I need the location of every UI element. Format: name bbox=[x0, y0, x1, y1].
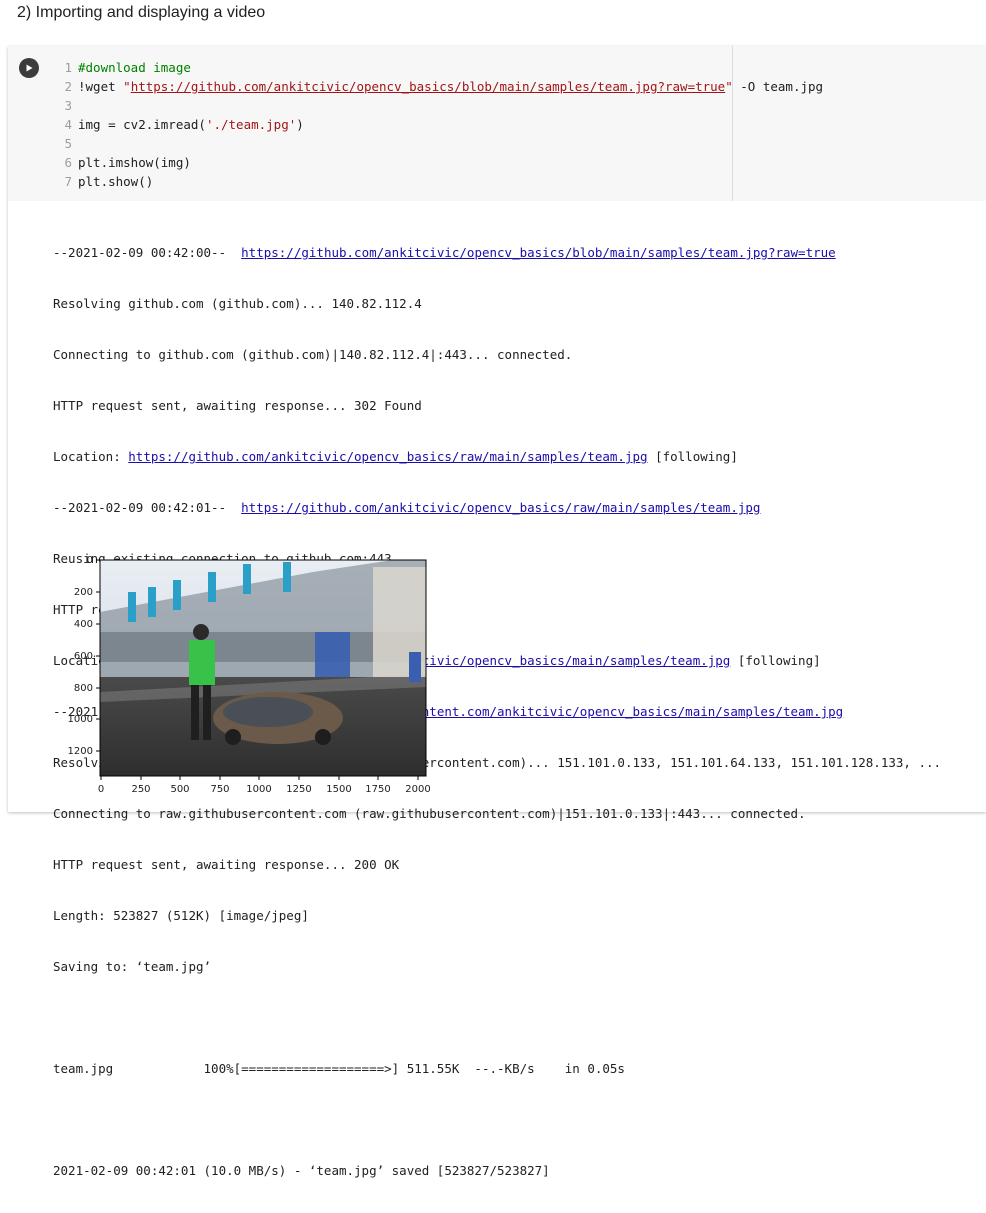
x-tick-label: 2000 bbox=[405, 784, 430, 795]
y-tick-label: 1200 bbox=[68, 746, 93, 757]
line-number: 1 bbox=[64, 60, 72, 75]
x-tick-0: 0 bbox=[98, 776, 104, 795]
x-tick-label: 1000 bbox=[246, 784, 271, 795]
output-line: HTTP request sent, awaiting response... … bbox=[53, 857, 400, 872]
code-comment: #download image bbox=[78, 60, 191, 75]
y-tick-label: 600 bbox=[74, 651, 93, 662]
code-quote: " bbox=[123, 79, 131, 94]
code-command: !wget bbox=[78, 79, 124, 94]
output-text: Location: bbox=[53, 449, 129, 464]
run-cell-button[interactable] bbox=[19, 58, 39, 78]
x-tick-label: 500 bbox=[170, 784, 189, 795]
y-tick-label: 800 bbox=[74, 683, 93, 694]
x-tick-label: 0 bbox=[98, 784, 104, 795]
x-tick-250: 250 bbox=[131, 776, 151, 795]
code-line-5: 5 bbox=[48, 134, 78, 153]
cell-gutter bbox=[8, 46, 48, 201]
code-text: ) bbox=[296, 117, 304, 132]
x-tick-1250: 1250 bbox=[286, 776, 312, 795]
output-line: Saving to: ‘team.jpg’ bbox=[53, 959, 212, 974]
x-tick-750: 750 bbox=[210, 776, 230, 795]
y-tick-200: 200 bbox=[74, 587, 100, 598]
code-args: -O team.jpg bbox=[732, 79, 824, 94]
y-tick-0: 0 bbox=[87, 555, 100, 566]
line-number: 6 bbox=[64, 155, 72, 170]
y-tick-1000: 1000 bbox=[68, 714, 100, 725]
line-number: 3 bbox=[64, 98, 72, 113]
editor-ruler bbox=[732, 46, 733, 201]
play-icon bbox=[26, 64, 33, 72]
code-line-1: 1 #download image bbox=[48, 58, 191, 77]
y-tick-400: 400 bbox=[74, 619, 100, 630]
output-line: Location: https://github.com/ankitcivic/… bbox=[53, 448, 983, 465]
line-number: 2 bbox=[64, 79, 72, 94]
output-line: 2021-02-09 00:42:01 (10.0 MB/s) - ‘team.… bbox=[53, 1163, 550, 1178]
output-text: --2021-02-09 00:42:01-- bbox=[53, 500, 242, 515]
code-string: './team.jpg' bbox=[205, 117, 297, 132]
output-line: HTTP request sent, awaiting response... … bbox=[53, 398, 422, 413]
output-line: team.jpg 100%[===================>] 511.… bbox=[53, 1061, 625, 1076]
x-tick-1750: 1750 bbox=[365, 776, 391, 795]
output-line: Connecting to github.com (github.com)|14… bbox=[53, 347, 573, 362]
x-tick-1500: 1500 bbox=[326, 776, 352, 795]
x-tick-label: 1500 bbox=[326, 784, 351, 795]
output-text: [following] bbox=[647, 449, 738, 464]
x-tick-label: 1750 bbox=[365, 784, 390, 795]
x-tick-1000: 1000 bbox=[246, 776, 272, 795]
output-line: Length: 523827 (512K) [image/jpeg] bbox=[53, 908, 309, 923]
y-tick-label: 400 bbox=[74, 619, 93, 630]
line-number: 5 bbox=[64, 136, 72, 151]
x-axis: 0 250 500 750 1000 1250 1500 1750 2000 bbox=[98, 776, 431, 795]
output-line: --2021-02-09 00:42:01-- https://github.c… bbox=[53, 499, 983, 516]
output-link[interactable]: https://github.com/ankitcivic/opencv_bas… bbox=[241, 500, 760, 515]
x-tick-500: 500 bbox=[170, 776, 190, 795]
y-tick-label: 1000 bbox=[68, 714, 93, 725]
code-line-3: 3 bbox=[48, 96, 78, 115]
output-line: Connecting to raw.githubusercontent.com … bbox=[53, 806, 806, 821]
output-text: [following] bbox=[730, 653, 821, 668]
image-plot: 0 200 400 600 800 1000 1200 0 250 500 75… bbox=[68, 555, 431, 795]
code-text: img = cv2.imread( bbox=[78, 117, 206, 132]
code-text: plt.show() bbox=[78, 174, 154, 189]
code-url-link[interactable]: https://github.com/ankitcivic/opencv_bas… bbox=[131, 79, 726, 94]
x-tick-2000: 2000 bbox=[405, 776, 431, 795]
photo bbox=[100, 560, 426, 776]
y-tick-label: 0 bbox=[87, 555, 93, 566]
code-line-2: 2 !wget "https://github.com/ankitcivic/op… bbox=[48, 77, 823, 96]
y-tick-1200: 1200 bbox=[68, 746, 100, 757]
x-tick-label: 250 bbox=[131, 784, 150, 795]
x-tick-label: 1250 bbox=[286, 784, 311, 795]
code-quote: " bbox=[725, 79, 733, 94]
code-text: plt.imshow(img) bbox=[78, 155, 191, 170]
output-line: --2021-02-09 00:42:00-- https://github.c… bbox=[53, 244, 983, 261]
code-line-7: 7 plt.show() bbox=[48, 172, 153, 191]
output-link[interactable]: https://github.com/ankitcivic/opencv_bas… bbox=[241, 245, 836, 260]
y-tick-600: 600 bbox=[74, 651, 100, 662]
code-cell[interactable]: 1 #download image 2 !wget "https://github.… bbox=[8, 46, 986, 1178]
output-line: Resolving github.com (github.com)... 140… bbox=[53, 296, 422, 311]
y-tick-label: 200 bbox=[74, 587, 93, 598]
code-line-4: 4 img = cv2.imread('./team.jpg') bbox=[48, 115, 304, 134]
line-number: 4 bbox=[64, 117, 72, 132]
section-heading: 2) Importing and displaying a video bbox=[17, 4, 266, 21]
line-number: 7 bbox=[64, 174, 72, 189]
code-editor[interactable]: 1 #download image 2 !wget "https://github.… bbox=[48, 46, 986, 201]
output-text: --2021-02-09 00:42:00-- bbox=[53, 245, 242, 260]
x-tick-label: 750 bbox=[210, 784, 229, 795]
y-axis: 0 200 400 600 800 1000 1200 bbox=[68, 555, 100, 757]
y-tick-800: 800 bbox=[74, 683, 100, 694]
code-line-6: 6 plt.imshow(img) bbox=[48, 153, 191, 172]
output-link[interactable]: https://github.com/ankitcivic/opencv_bas… bbox=[128, 449, 647, 464]
